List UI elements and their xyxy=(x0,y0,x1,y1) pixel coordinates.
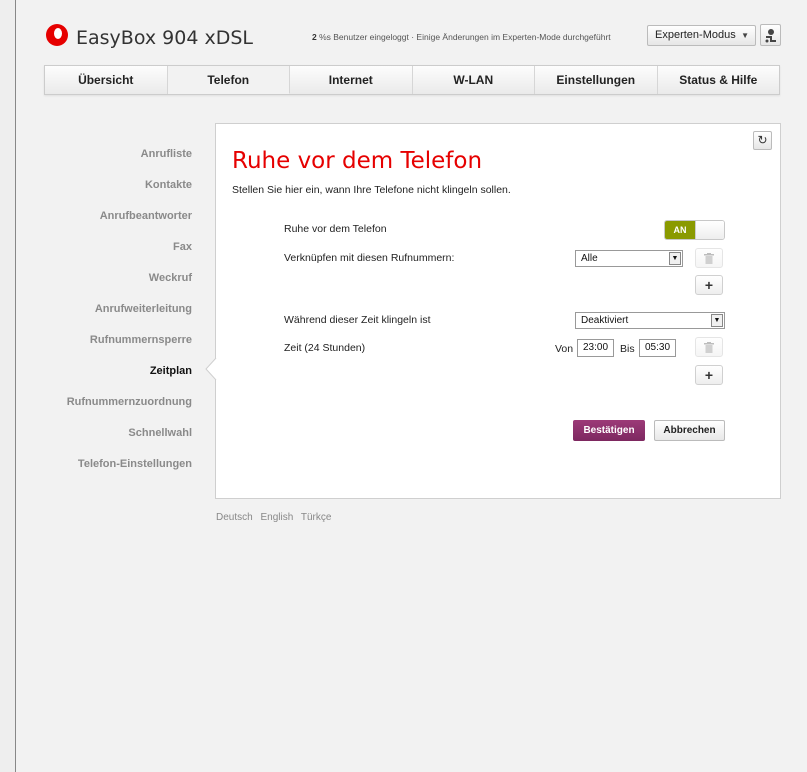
sidebar-item-rufnummernsperre[interactable]: Rufnummernsperre xyxy=(90,334,192,346)
sidebar-item-rufnummernzuordnung[interactable]: Rufnummernzuordnung xyxy=(67,396,192,408)
sidebar-item-anrufbeantworter[interactable]: Anrufbeantworter xyxy=(100,210,192,222)
language-link-tuerkce[interactable]: Türkçe xyxy=(301,512,332,523)
tab-einstellungen[interactable]: Einstellungen xyxy=(535,66,658,94)
dnd-toggle-on: AN xyxy=(665,221,695,239)
to-time-input[interactable]: 05:30 xyxy=(639,339,676,357)
link-numbers-label: Verknüpfen mit diesen Rufnummern: xyxy=(284,252,455,264)
user-icon xyxy=(765,29,776,43)
plus-icon: + xyxy=(704,367,714,383)
time-label: Zeit (24 Stunden) xyxy=(284,342,366,354)
chevron-down-icon: ▼ xyxy=(711,314,723,327)
ring-setting-value: Deaktiviert xyxy=(581,315,629,326)
link-numbers-select[interactable]: Alle ▼ xyxy=(575,250,683,267)
from-time-input[interactable]: 23:00 xyxy=(577,339,614,357)
sidebar-item-telefon-einstellungen[interactable]: Telefon-Einstellungen xyxy=(78,458,192,470)
trash-icon xyxy=(704,253,714,264)
dnd-label: Ruhe vor dem Telefon xyxy=(284,223,387,235)
language-link-deutsch[interactable]: Deutsch xyxy=(216,512,253,523)
confirm-button[interactable]: Bestätigen xyxy=(573,420,645,441)
add-number-button[interactable]: + xyxy=(695,275,723,295)
sidebar-item-zeitplan[interactable]: Zeitplan xyxy=(150,365,192,377)
toggle-knob xyxy=(695,221,724,239)
sidebar-item-kontakte[interactable]: Kontakte xyxy=(145,179,192,191)
chevron-down-icon: ▼ xyxy=(741,31,749,40)
from-label: Von xyxy=(555,343,574,355)
status-text: 2 %s Benutzer eingeloggt · Einige Änderu… xyxy=(312,32,611,42)
to-label: Bis xyxy=(620,343,635,355)
link-numbers-value: Alle xyxy=(581,253,598,264)
sidebar-item-weckruf[interactable]: Weckruf xyxy=(149,272,192,284)
sidebar-item-fax[interactable]: Fax xyxy=(173,241,192,253)
status-message: %s Benutzer eingeloggt · Einige Änderung… xyxy=(316,32,611,42)
tab-uebersicht[interactable]: Übersicht xyxy=(45,66,168,94)
sidebar-item-anrufliste[interactable]: Anrufliste xyxy=(141,148,192,160)
vodafone-logo-icon xyxy=(46,24,68,46)
tab-telefon[interactable]: Telefon xyxy=(167,66,290,94)
tab-internet[interactable]: Internet xyxy=(290,66,413,94)
main-nav: Übersicht Telefon Internet W-LAN Einstel… xyxy=(44,65,780,95)
sidebar-item-anrufweiterleitung[interactable]: Anrufweiterleitung xyxy=(95,303,192,315)
active-item-pointer xyxy=(205,358,217,380)
mode-select-value: Experten-Modus xyxy=(655,29,736,41)
plus-icon: + xyxy=(704,277,714,293)
delete-number-button[interactable] xyxy=(695,248,723,268)
refresh-button[interactable]: ↻ xyxy=(753,131,772,150)
add-time-button[interactable]: + xyxy=(695,365,723,385)
tab-status-hilfe[interactable]: Status & Hilfe xyxy=(657,66,779,94)
trash-icon xyxy=(704,342,714,353)
page-title: Ruhe vor dem Telefon xyxy=(232,148,483,174)
ring-setting-select[interactable]: Deaktiviert ▼ xyxy=(575,312,725,329)
delete-time-button[interactable] xyxy=(695,337,723,357)
user-button[interactable] xyxy=(760,24,781,46)
page-subtitle: Stellen Sie hier ein, wann Ihre Telefone… xyxy=(232,184,511,196)
language-link-english[interactable]: English xyxy=(260,512,293,523)
chevron-down-icon: ▼ xyxy=(669,252,681,265)
app-title: EasyBox 904 xDSL xyxy=(76,27,253,49)
ring-setting-label: Während dieser Zeit klingeln ist xyxy=(284,314,431,326)
sidebar-item-schnellwahl[interactable]: Schnellwahl xyxy=(128,427,192,439)
content-panel xyxy=(215,123,781,499)
language-links: Deutsch English Türkçe xyxy=(216,512,336,523)
tab-wlan[interactable]: W-LAN xyxy=(412,66,535,94)
dnd-toggle[interactable]: AN xyxy=(664,220,725,240)
refresh-icon: ↻ xyxy=(757,133,768,147)
cancel-button[interactable]: Abbrechen xyxy=(654,420,725,441)
mode-select[interactable]: Experten-Modus ▼ xyxy=(647,25,756,46)
